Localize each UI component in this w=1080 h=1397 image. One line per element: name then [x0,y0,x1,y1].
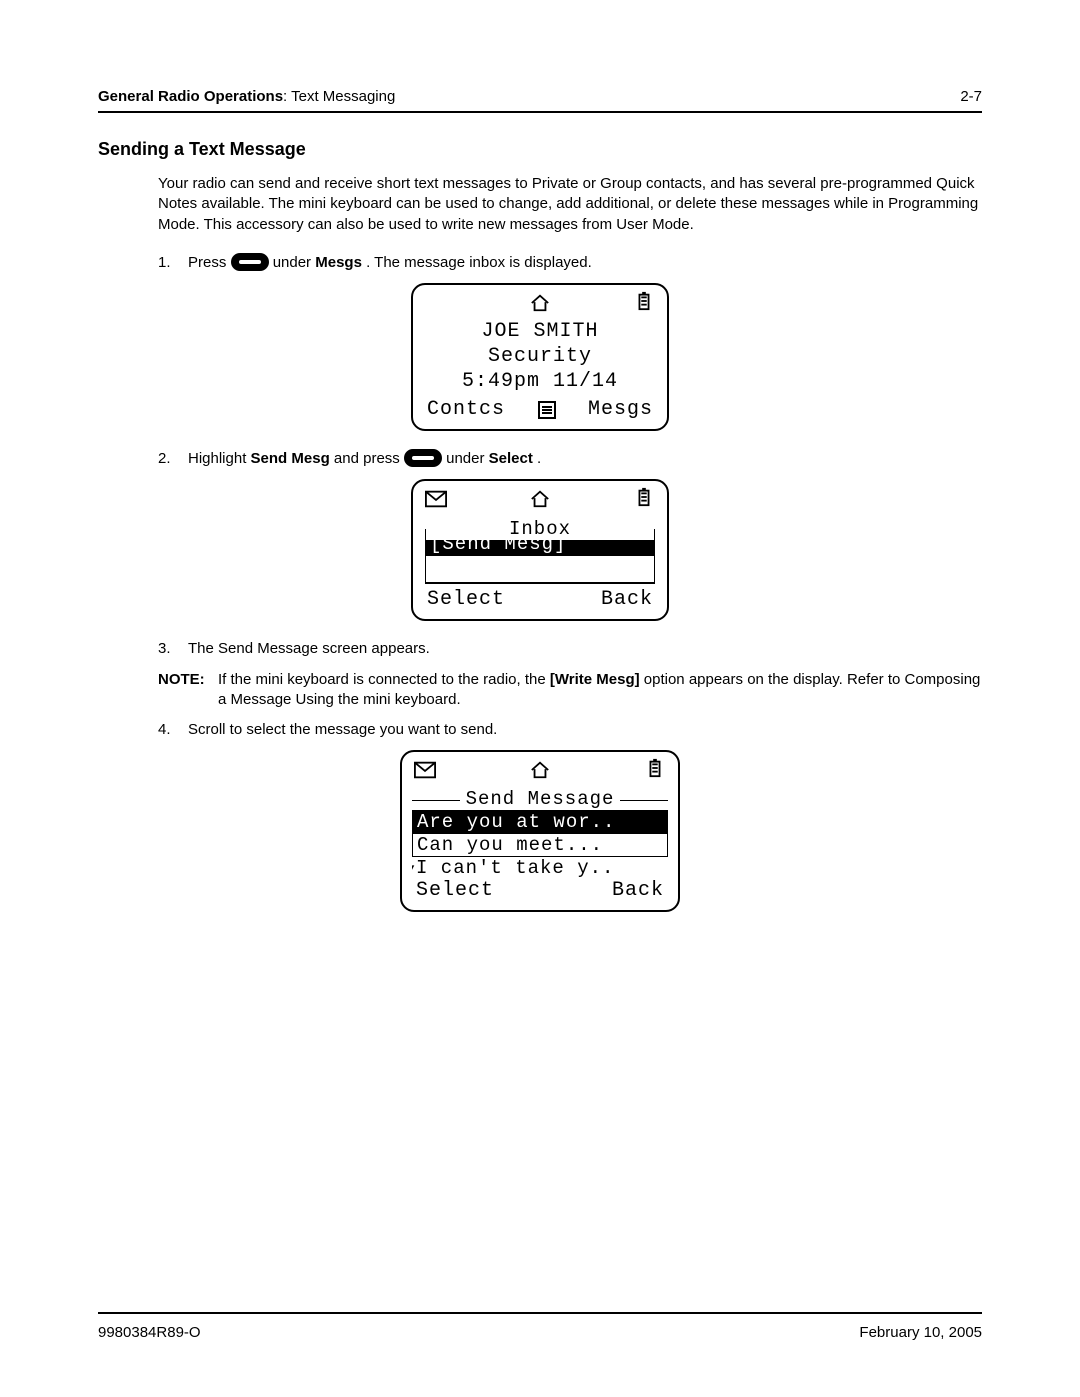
softkey-left: Select [416,879,494,902]
msg-item-selected: Are you at wor.. [412,810,668,834]
softkey-button-icon [404,449,442,467]
page-footer: 9980384R89-O February 10, 2005 [98,1312,982,1341]
home-icon [529,760,551,780]
step-2: 2. Highlight Send Mesg and press under S… [158,449,982,469]
status-bar [413,285,667,319]
screen-line-group: Security [413,344,667,369]
step2-bold2: Select [489,450,533,467]
softkey-button-icon [231,253,269,271]
battery-icon [644,758,666,778]
step1-pre: Press [188,254,231,271]
softkeys: Select Back [402,879,678,910]
step1-post: . The message inbox is displayed. [366,254,592,271]
mail-icon [414,760,436,780]
scroll-down-arrow-icon: ▼ [412,863,415,877]
step-4: 4. Scroll to select the message you want… [158,720,982,740]
msg-item-text: I can't take y.. [416,857,614,879]
step-1: 1. Press under Mesgs . The message inbox… [158,253,982,273]
step3-text: The Send Message screen appears. [188,639,982,659]
step2-pre: Highlight [188,450,251,467]
footer-date: February 10, 2005 [859,1324,982,1341]
step-number: 1. [158,253,188,273]
note-pre: If the mini keyboard is connected to the… [218,671,550,688]
header-title: General Radio Operations: Text Messaging [98,88,395,105]
screen-send-message: Send Message Are you at wor.. Can you me… [400,750,680,912]
home-icon [529,489,551,509]
header-page-number: 2-7 [960,88,982,105]
softkey-right: Back [612,879,664,902]
footer-doc-id: 9980384R89-O [98,1324,201,1341]
menu-icon [538,401,556,419]
softkey-left: Select [427,588,505,611]
softkeys: Contcs Mesgs [413,394,667,429]
step2-post: . [537,450,541,467]
status-bar [413,481,667,515]
screen-inbox: Inbox [Send Mesg] Select Back [411,479,669,621]
screen-inbox-home: JOE SMITH Security 5:49pm 11/14 Contcs M… [411,283,669,431]
intro-paragraph: Your radio can send and receive short te… [158,174,982,235]
step4-text: Scroll to select the message you want to… [188,720,982,740]
softkey-left: Contcs [427,398,505,421]
softkey-right: Mesgs [588,398,653,421]
msg-item: ▼ I can't take y.. [412,857,668,879]
step-number: 3. [158,639,188,659]
softkey-right: Back [601,588,653,611]
page-header: General Radio Operations: Text Messaging… [98,88,982,113]
step1-mid: under [273,254,316,271]
softkeys: Select Back [413,584,667,619]
step-number: 4. [158,720,188,740]
screen-line-name: JOE SMITH [413,319,667,344]
home-icon [529,293,551,313]
screen-line-datetime: 5:49pm 11/14 [413,369,667,394]
screen-legend: Inbox [426,518,654,540]
step-number: 2. [158,449,188,469]
msg-item: Can you meet... [412,834,668,857]
note-label: NOTE: [158,670,218,711]
step-3: 3. The Send Message screen appears. [158,639,982,659]
mail-icon [425,489,447,509]
step2-bold1: Send Mesg [251,450,330,467]
status-bar [402,752,678,786]
screen-legend: Send Message [460,788,621,810]
battery-icon [633,291,655,311]
note-bold: [Write Mesg] [550,671,640,688]
step2-mid1: and press [334,450,404,467]
section-heading: Sending a Text Message [98,139,982,160]
battery-icon [633,487,655,507]
step1-bold: Mesgs [315,254,362,271]
note: NOTE: If the mini keyboard is connected … [158,670,982,711]
step2-mid2: under [446,450,489,467]
